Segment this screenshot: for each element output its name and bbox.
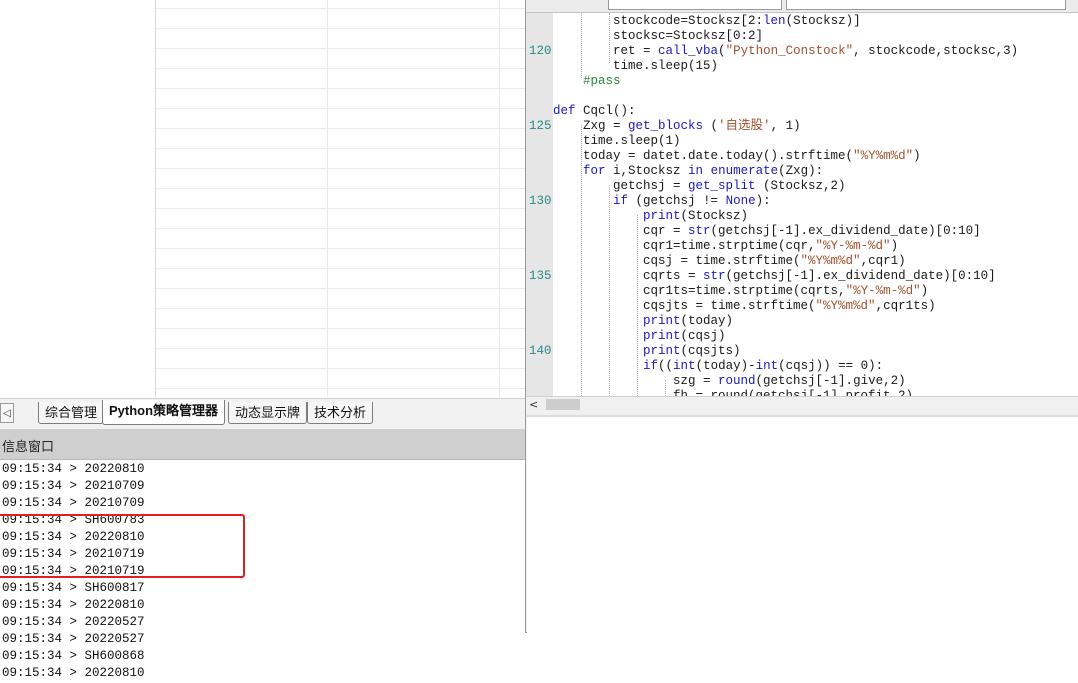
code-line: getchsj = get_split (Stocksz,2) bbox=[553, 179, 846, 193]
code-line: cqsj = time.strftime("%Y%m%d",cqr1) bbox=[553, 254, 906, 268]
code-line: print(cqsj) bbox=[643, 329, 726, 343]
scrollbar-thumb[interactable] bbox=[546, 399, 580, 410]
line-number: 140 bbox=[529, 344, 552, 358]
line-numbers: 120 125 130 135 140 bbox=[526, 13, 553, 396]
code-line: time.sleep(15) bbox=[553, 59, 719, 73]
line-number: 135 bbox=[529, 269, 552, 283]
line-number: 125 bbox=[529, 119, 552, 133]
code-line: stocksc=Stocksz[0:2] bbox=[553, 29, 764, 43]
tab-technical-analysis[interactable]: 技术分析 bbox=[307, 402, 374, 424]
tab-python-strategy-manager[interactable]: Python策略管理器 bbox=[102, 400, 226, 425]
code-line: ret = call_vba("Python_Constock", stockc… bbox=[553, 44, 1019, 58]
code-line: Zxg = get_blocks ('自选股', 1) bbox=[553, 119, 801, 133]
code-line: cqsjts = time.strftime("%Y%m%d",cqr1ts) bbox=[553, 299, 936, 313]
line-number: 130 bbox=[529, 194, 552, 208]
code-line: print(today) bbox=[643, 314, 734, 328]
log-line: 09:15:34 > SH600817 bbox=[2, 581, 145, 595]
code-line: for i,Stocksz in enumerate(Zxg): bbox=[583, 164, 824, 178]
log-line: 09:15:34 > 20220810 bbox=[2, 462, 145, 476]
log-line: 09:15:34 > 20220810 bbox=[2, 666, 145, 680]
log-line: 09:15:34 > 20210709 bbox=[2, 479, 145, 493]
line-number: 120 bbox=[529, 44, 552, 58]
log-line: 09:15:34 > 20220527 bbox=[2, 632, 145, 646]
tab-bar: ◁ 综合管理 Python策略管理器 动态显示牌 技术分析 bbox=[0, 398, 526, 429]
row-header-strip bbox=[0, 0, 156, 397]
code-line: today = datet.date.today().strftime("%Y%… bbox=[553, 149, 921, 163]
editor-output-pane[interactable] bbox=[527, 415, 1078, 634]
code-editor-window: stockcode=Stocksz[2:len(Stocksz)] stocks… bbox=[525, 0, 1078, 634]
info-window-title: 信息窗口 bbox=[2, 439, 55, 454]
code-line: szg = round(getchsj[-1].give,2) bbox=[553, 374, 906, 388]
log-line: 09:15:34 > 20210709 bbox=[2, 496, 145, 510]
code-line: #pass bbox=[583, 74, 621, 88]
info-window-header: 信息窗口 bbox=[0, 429, 526, 460]
code-line: print(Stocksz) bbox=[643, 209, 749, 223]
code-line: fh = round(getchsj[-1].profit,2) bbox=[553, 389, 914, 396]
code-text-area[interactable]: stockcode=Stocksz[2:len(Stocksz)] stocks… bbox=[553, 13, 1078, 396]
code-line: cqrts = str(getchsj[-1].ex_dividend_date… bbox=[553, 269, 996, 283]
log-line: 09:15:34 > SH600868 bbox=[2, 649, 145, 663]
code-line: cqr = str(getchsj[-1].ex_dividend_date)[… bbox=[553, 224, 981, 238]
code-line: if (getchsj != None): bbox=[613, 194, 771, 208]
toolbar-field[interactable] bbox=[786, 0, 1066, 10]
code-line: if((int(today)-int(cqsj)) == 0): bbox=[643, 359, 884, 373]
code-line: stockcode=Stocksz[2:len(Stocksz)] bbox=[553, 14, 861, 28]
horizontal-scrollbar[interactable]: < bbox=[526, 396, 1078, 413]
red-highlight-annotation bbox=[0, 514, 245, 578]
editor-toolbar bbox=[526, 0, 1078, 13]
tab-dynamic-board[interactable]: 动态显示牌 bbox=[228, 402, 308, 424]
toolbar-field[interactable] bbox=[608, 0, 782, 10]
code-line: cqr1ts=time.strptime(cqrts,"%Y-%m-%d") bbox=[553, 284, 929, 298]
log-line: 09:15:34 > 20220527 bbox=[2, 615, 145, 629]
log-line: 09:15:34 > 20220810 bbox=[2, 598, 145, 612]
code-line: def Cqcl(): bbox=[553, 104, 636, 118]
code-line: cqr1=time.strptime(cqr,"%Y-%m-%d") bbox=[553, 239, 899, 253]
code-line: time.sleep(1) bbox=[553, 134, 681, 148]
scroll-left-icon[interactable]: < bbox=[529, 397, 538, 413]
code-line: print(cqsjts) bbox=[643, 344, 741, 358]
tab-comprehensive-management[interactable]: 综合管理 bbox=[38, 402, 105, 424]
spreadsheet-grid[interactable] bbox=[156, 0, 526, 397]
tab-scroll-left-icon[interactable]: ◁ bbox=[0, 403, 14, 423]
